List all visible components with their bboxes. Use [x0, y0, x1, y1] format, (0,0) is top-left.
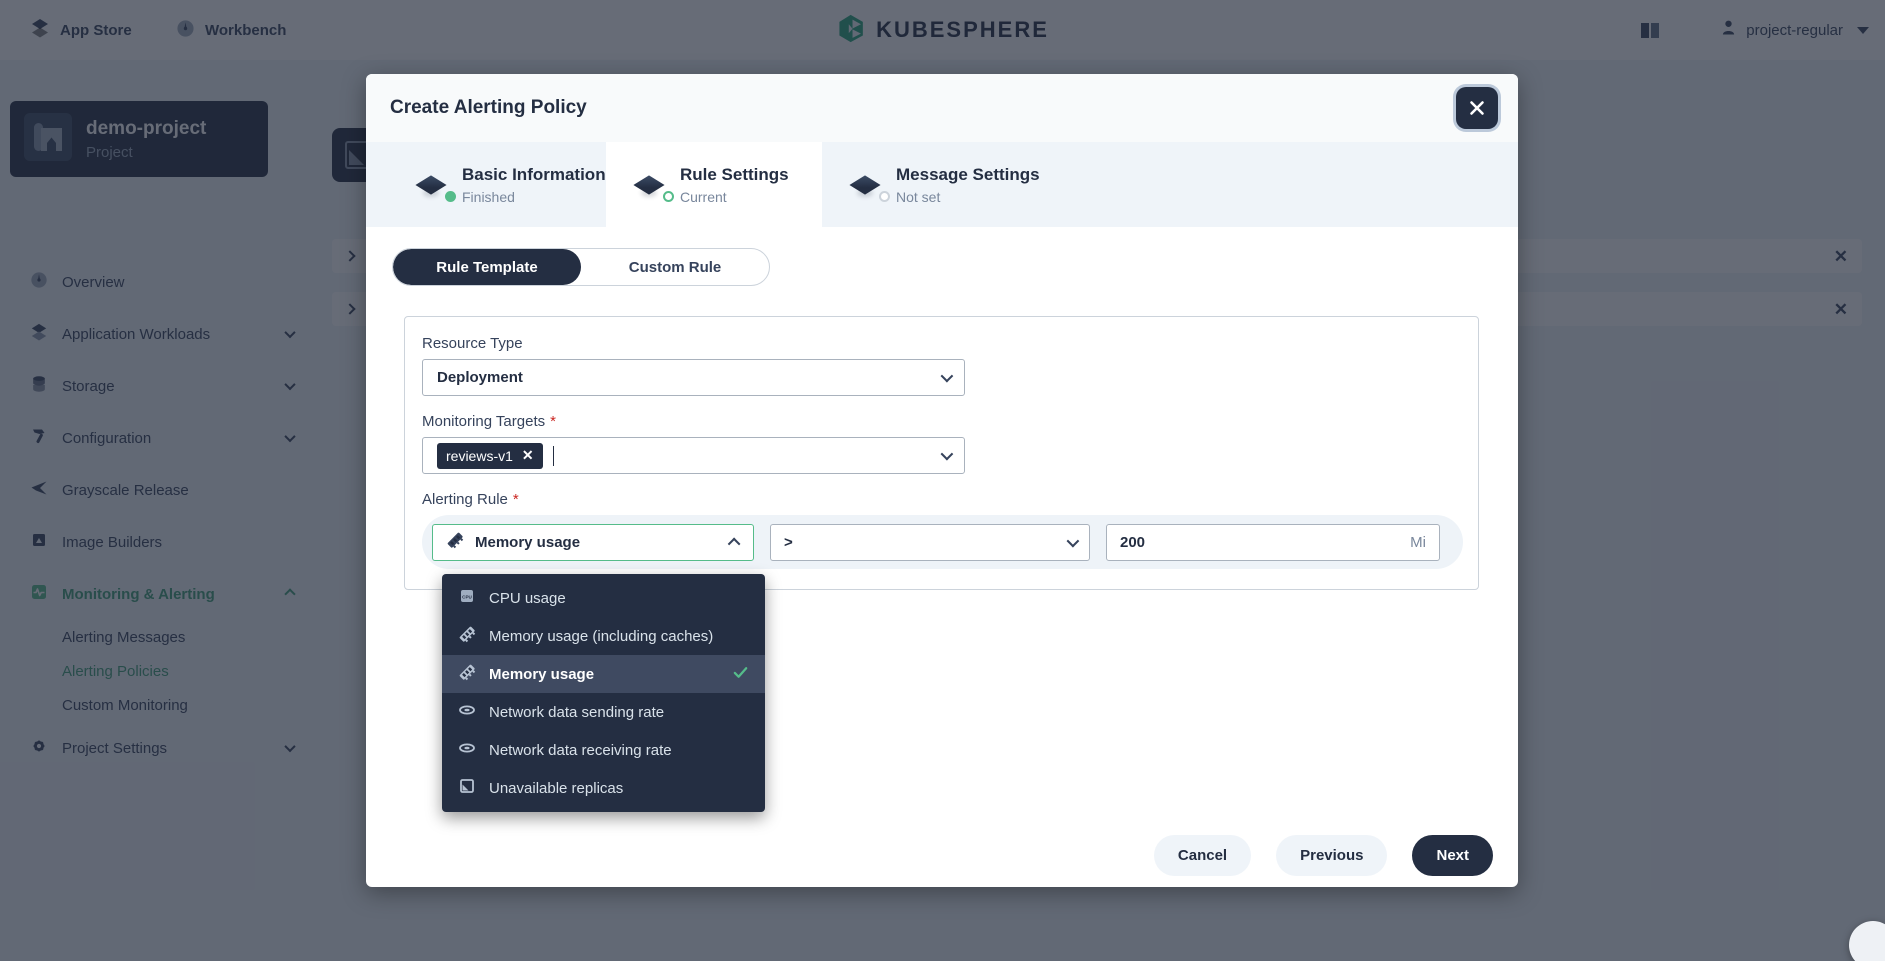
- step-diamond-icon: [848, 173, 882, 197]
- memory-icon: [446, 531, 464, 554]
- step-diamond-icon: [414, 173, 448, 197]
- threshold-input[interactable]: 200 Mi: [1106, 524, 1440, 561]
- text-cursor: [553, 446, 554, 466]
- rule-mode-tabs: Rule TemplateCustom Rule: [392, 248, 770, 286]
- step-diamond-icon: [632, 173, 666, 197]
- dropdown-option-network-data-receiving-rate[interactable]: Network data receiving rate: [442, 731, 765, 769]
- monitoring-targets-select[interactable]: reviews-v1 ✕: [422, 437, 965, 474]
- previous-button[interactable]: Previous: [1276, 835, 1387, 876]
- modal-footer: Cancel Previous Next: [1154, 835, 1493, 876]
- comparator-value: >: [784, 534, 793, 551]
- rule-template-form: Resource Type Deployment Monitoring Targ…: [404, 316, 1479, 590]
- step-rule-settings[interactable]: Rule SettingsCurrent: [606, 142, 822, 227]
- dropdown-option-memory-usage[interactable]: Memory usage: [442, 655, 765, 693]
- dropdown-option-cpu-usage[interactable]: CPUCPU usage: [442, 579, 765, 617]
- check-icon: [732, 664, 749, 685]
- threshold-value: 200: [1120, 534, 1145, 551]
- alerting-rule-row: Memory usage > 200 Mi: [422, 515, 1463, 569]
- chevron-down-icon: [941, 370, 954, 383]
- memory-icon: [458, 625, 476, 647]
- replicas-icon: [458, 777, 476, 799]
- close-button[interactable]: [1456, 87, 1498, 129]
- wizard-steps: Basic InformationFinishedRule SettingsCu…: [366, 142, 1518, 227]
- chevron-down-icon: [1067, 534, 1080, 547]
- next-button[interactable]: Next: [1412, 835, 1493, 876]
- chevron-up-icon: [728, 537, 741, 550]
- resource-type-label: Resource Type: [422, 335, 1461, 352]
- step-message-settings[interactable]: Message SettingsNot set: [822, 142, 1072, 227]
- target-chip-label: reviews-v1: [446, 448, 513, 464]
- metric-value: Memory usage: [475, 534, 580, 551]
- dropdown-option-memory-usage-including-caches[interactable]: Memory usage (including caches): [442, 617, 765, 655]
- network-icon: [458, 701, 476, 723]
- comparator-select[interactable]: >: [770, 524, 1090, 561]
- create-alerting-policy-modal: Create Alerting Policy Basic Information…: [366, 74, 1518, 887]
- svg-text:CPU: CPU: [462, 594, 472, 599]
- modal-header: Create Alerting Policy: [366, 74, 1518, 142]
- threshold-unit: Mi: [1410, 534, 1426, 551]
- dropdown-option-unavailable-replicas[interactable]: Unavailable replicas: [442, 769, 765, 807]
- resource-type-select[interactable]: Deployment: [422, 359, 965, 396]
- remove-target-icon[interactable]: ✕: [522, 447, 534, 464]
- cancel-button[interactable]: Cancel: [1154, 835, 1251, 876]
- step-basic-information[interactable]: Basic InformationFinished: [366, 142, 606, 227]
- tab-custom-rule[interactable]: Custom Rule: [581, 249, 769, 285]
- dropdown-option-network-data-sending-rate[interactable]: Network data sending rate: [442, 693, 765, 731]
- modal-title: Create Alerting Policy: [390, 97, 587, 119]
- memory-icon: [458, 663, 476, 685]
- close-icon: [1468, 99, 1486, 117]
- tab-rule-template[interactable]: Rule Template: [393, 249, 581, 285]
- alerting-rule-label: Alerting Rule*: [422, 491, 1461, 508]
- network-icon: [458, 739, 476, 761]
- cpu-icon: CPU: [458, 587, 476, 609]
- resource-type-value: Deployment: [437, 369, 523, 386]
- chevron-down-icon: [941, 448, 954, 461]
- target-chip: reviews-v1 ✕: [437, 443, 543, 469]
- monitoring-targets-label: Monitoring Targets*: [422, 413, 1461, 430]
- metric-select[interactable]: Memory usage: [432, 524, 754, 561]
- metric-dropdown: CPUCPU usageMemory usage (including cach…: [442, 574, 765, 812]
